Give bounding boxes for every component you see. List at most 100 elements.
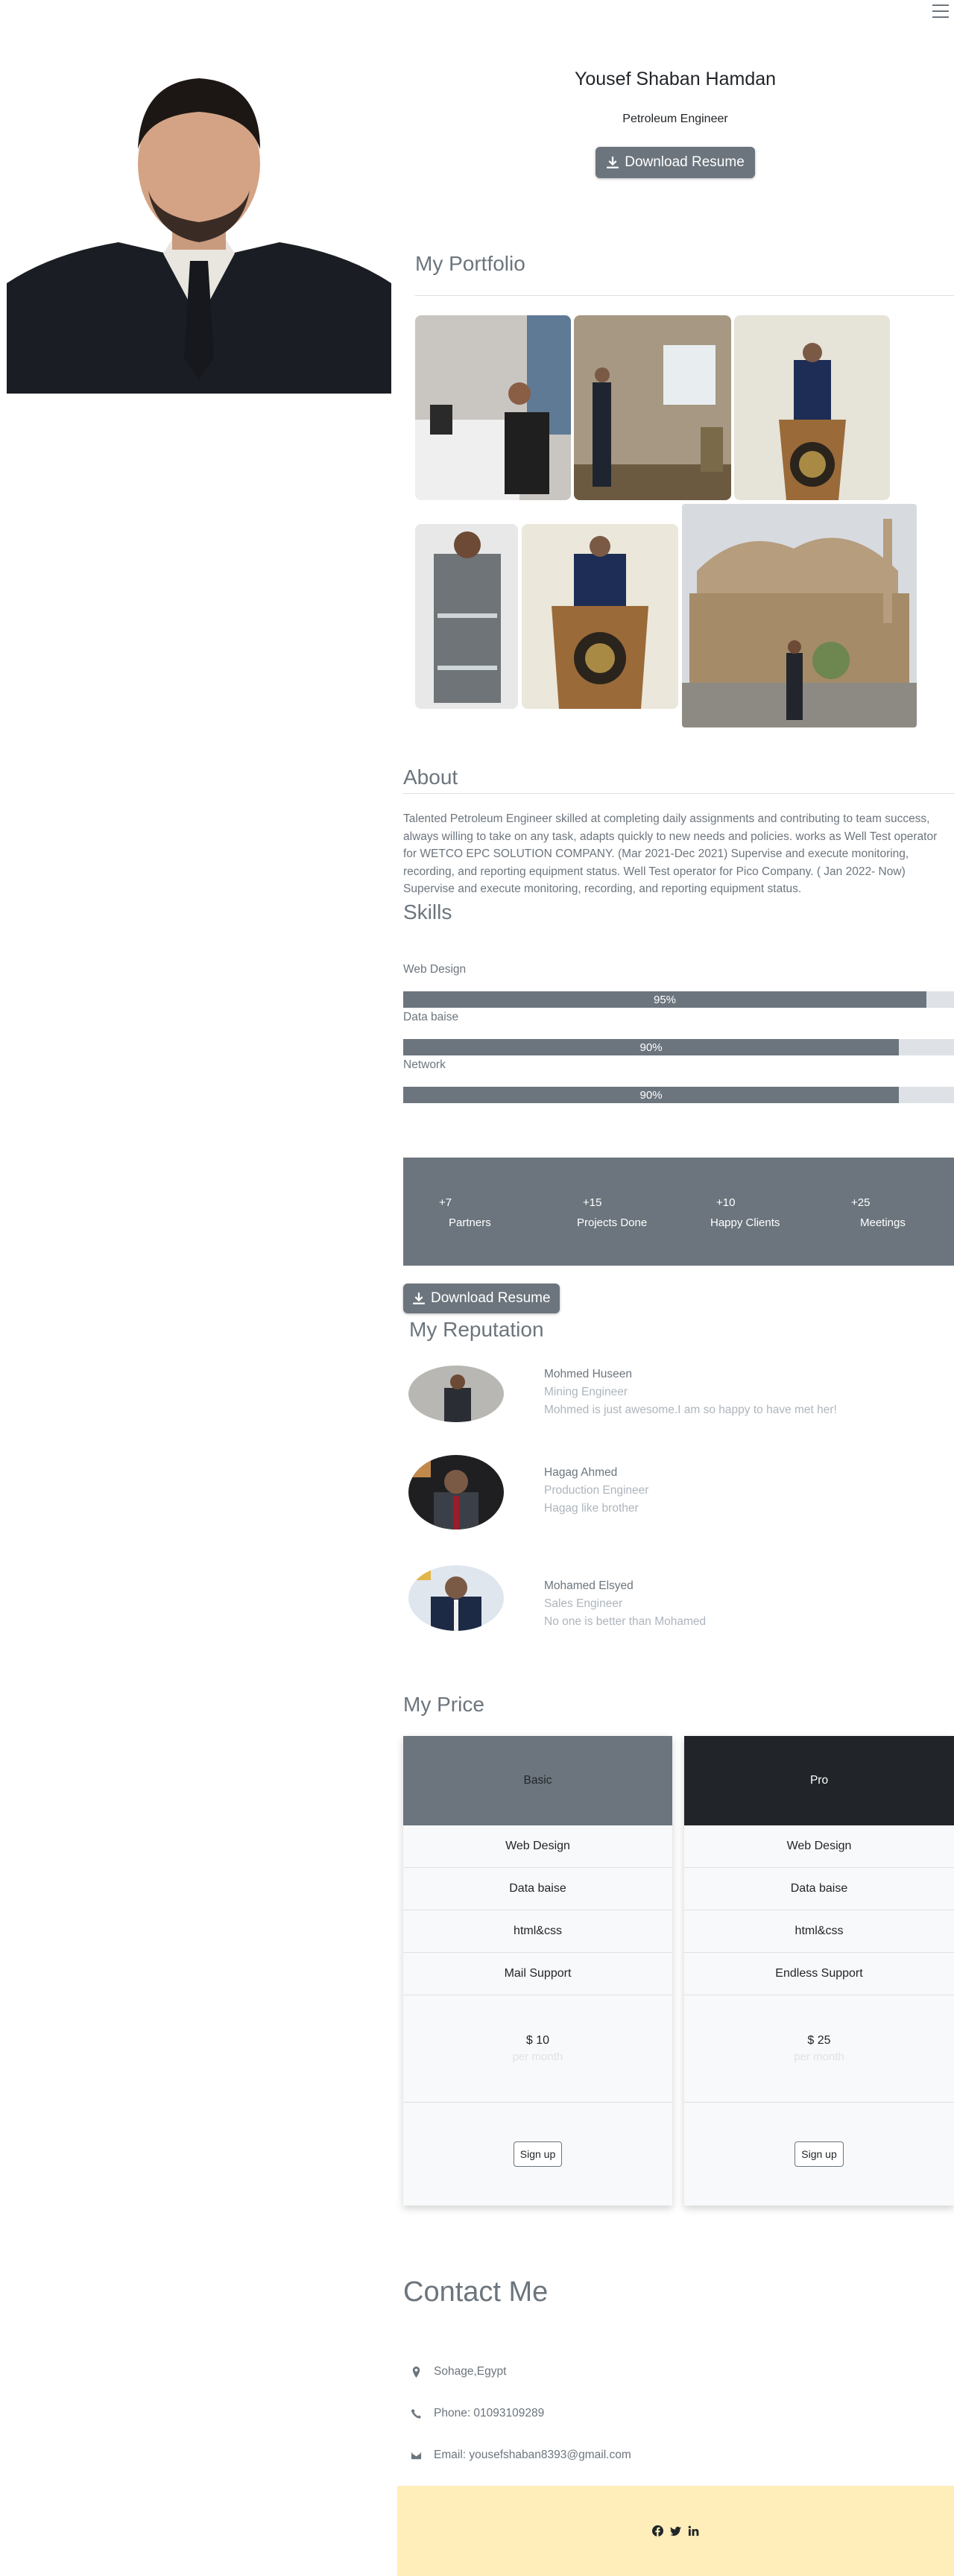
twitter-icon[interactable] xyxy=(670,2525,681,2536)
testimonial-name: Mohamed Elsyed xyxy=(544,1579,634,1592)
skill-percent: 90% xyxy=(639,1041,663,1054)
pricing-feature: Data baise xyxy=(684,1868,954,1910)
pricing-footer: Sign up xyxy=(403,2103,672,2206)
pricing-feature: Web Design xyxy=(684,1825,954,1868)
skill-progress-bar: 95% xyxy=(403,991,954,1008)
portfolio-photo[interactable] xyxy=(522,524,678,709)
pricing-feature: Data baise xyxy=(403,1868,672,1910)
stat-label: Happy Clients xyxy=(710,1216,780,1229)
skill-progress-bar: 90% xyxy=(403,1039,954,1055)
about-title: About xyxy=(403,765,458,789)
testimonial-role: Production Engineer xyxy=(544,1484,649,1497)
contact-phone: Phone: 01093109289 xyxy=(411,2407,544,2420)
contact-phone-text: Phone: 01093109289 xyxy=(434,2407,545,2419)
profile-header: Yousef Shaban Hamdan Petroleum Engineer … xyxy=(549,69,802,178)
testimonial-text: Hagag Ahmed Production Engineer Hagag li… xyxy=(544,1464,648,1518)
skill-progress-fill: 90% xyxy=(403,1087,900,1103)
pricing-feature: Mail Support xyxy=(403,1953,672,1995)
stat-number: +10 xyxy=(716,1196,736,1209)
contact-email-text: Email: yousefshaban8393@gmail.com xyxy=(434,2449,631,2461)
portfolio-title: My Portfolio xyxy=(415,252,525,275)
phone-icon xyxy=(411,2408,421,2419)
menu-toggle-button[interactable] xyxy=(930,1,951,21)
portfolio-photo[interactable] xyxy=(415,524,518,709)
avatar xyxy=(408,1455,504,1530)
download-icon xyxy=(607,157,619,168)
price-period: per month xyxy=(794,2051,844,2063)
stat-label: Projects Done xyxy=(577,1216,648,1229)
reputation-title: My Reputation xyxy=(409,1318,544,1341)
testimonial-name: Hagag Ahmed xyxy=(544,1466,618,1479)
pricing-amount: $ 25 per month xyxy=(684,1995,954,2103)
testimonial-text: Mohmed Huseen Mining Engineer Mohmed is … xyxy=(544,1366,837,1419)
about-divider xyxy=(403,793,954,794)
download-resume-button[interactable]: Download Resume xyxy=(596,147,755,178)
download-resume-label: Download Resume xyxy=(431,1290,551,1306)
profile-name: Yousef Shaban Hamdan xyxy=(574,69,777,89)
stat-number: +15 xyxy=(583,1196,602,1209)
location-icon xyxy=(412,2366,420,2378)
pricing-header: Pro xyxy=(684,1736,954,1825)
facebook-icon[interactable] xyxy=(652,2525,663,2536)
avatar xyxy=(408,1366,504,1422)
skill-label: Data baise xyxy=(403,1011,459,1023)
price-period: per month xyxy=(512,2051,563,2063)
pricing-feature: html&css xyxy=(684,1910,954,1953)
download-resume-label: Download Resume xyxy=(625,154,745,170)
signup-button-basic[interactable]: Sign up xyxy=(513,2141,563,2167)
skills-title: Skills xyxy=(403,900,452,924)
testimonial-text: Mohamed Elsyed Sales Engineer No one is … xyxy=(544,1577,706,1631)
download-resume-button-secondary[interactable]: Download Resume xyxy=(403,1284,560,1313)
skill-progress-fill: 90% xyxy=(403,1039,900,1055)
pricing-header: Basic xyxy=(403,1736,672,1825)
skill-label: Web Design xyxy=(403,963,467,976)
pricing-feature: Endless Support xyxy=(684,1953,954,1995)
testimonial-role: Sales Engineer xyxy=(544,1597,623,1610)
stat-label: Partners xyxy=(449,1216,491,1229)
pricing-card-basic: Basic Web Design Data baise html&css Mai… xyxy=(403,1736,672,2206)
stat-number: +7 xyxy=(439,1196,452,1209)
pricing-feature: Web Design xyxy=(403,1825,672,1868)
pricing-title: My Price xyxy=(403,1693,484,1716)
testimonial-role: Mining Engineer xyxy=(544,1386,628,1398)
price-value: $ 10 xyxy=(525,2034,550,2047)
skill-percent: 95% xyxy=(654,993,677,1006)
stat-number: +25 xyxy=(851,1196,871,1209)
stat-label: Meetings xyxy=(860,1216,906,1229)
pricing-footer: Sign up xyxy=(684,2103,954,2206)
profile-photo xyxy=(7,37,391,394)
about-text: Talented Petroleum Engineer skilled at c… xyxy=(403,812,938,895)
testimonial-item: Hagag Ahmed Production Engineer Hagag li… xyxy=(408,1455,945,1530)
testimonial-item: Mohmed Huseen Mining Engineer Mohmed is … xyxy=(408,1366,945,1433)
footer xyxy=(397,2486,954,2576)
skill-progress-fill: 95% xyxy=(403,991,927,1008)
testimonial-quote: Mohmed is just awesome.I am so happy to … xyxy=(544,1404,837,1416)
contact-email: Email: yousefshaban8393@gmail.com xyxy=(411,2449,631,2462)
price-value: $ 25 xyxy=(807,2034,831,2047)
stats-panel: +7 Partners +15 Projects Done +10 Happy … xyxy=(403,1158,954,1266)
contact-address: Sohage,Egypt xyxy=(411,2365,506,2378)
contact-title: Contact Me xyxy=(403,2276,549,2308)
download-icon xyxy=(413,1292,425,1304)
stat-partners: +7 Partners xyxy=(439,1196,491,1229)
testimonial-name: Mohmed Huseen xyxy=(544,1368,633,1380)
envelope-icon xyxy=(411,2452,422,2459)
profile-role: Petroleum Engineer xyxy=(622,113,728,125)
contact-address-text: Sohage,Egypt xyxy=(434,2365,507,2378)
portfolio-divider xyxy=(415,295,954,296)
avatar xyxy=(408,1565,504,1631)
portfolio-photo[interactable] xyxy=(574,315,731,500)
testimonial-item: Mohamed Elsyed Sales Engineer No one is … xyxy=(408,1565,945,1632)
pricing-card-pro: Pro Web Design Data baise html&css Endle… xyxy=(684,1736,954,2206)
signup-button-pro[interactable]: Sign up xyxy=(795,2141,844,2167)
stat-meetings: +25 Meetings xyxy=(851,1196,906,1229)
portfolio-photo[interactable] xyxy=(734,315,890,500)
portfolio-photo[interactable] xyxy=(415,315,571,500)
linkedin-icon[interactable] xyxy=(688,2525,699,2536)
stat-projects: +15 Projects Done xyxy=(577,1196,647,1229)
testimonial-quote: No one is better than Mohamed xyxy=(544,1615,707,1628)
portfolio-photo[interactable] xyxy=(682,504,917,727)
skill-label: Network xyxy=(403,1058,446,1071)
pricing-feature: html&css xyxy=(403,1910,672,1953)
skill-progress-bar: 90% xyxy=(403,1087,954,1103)
